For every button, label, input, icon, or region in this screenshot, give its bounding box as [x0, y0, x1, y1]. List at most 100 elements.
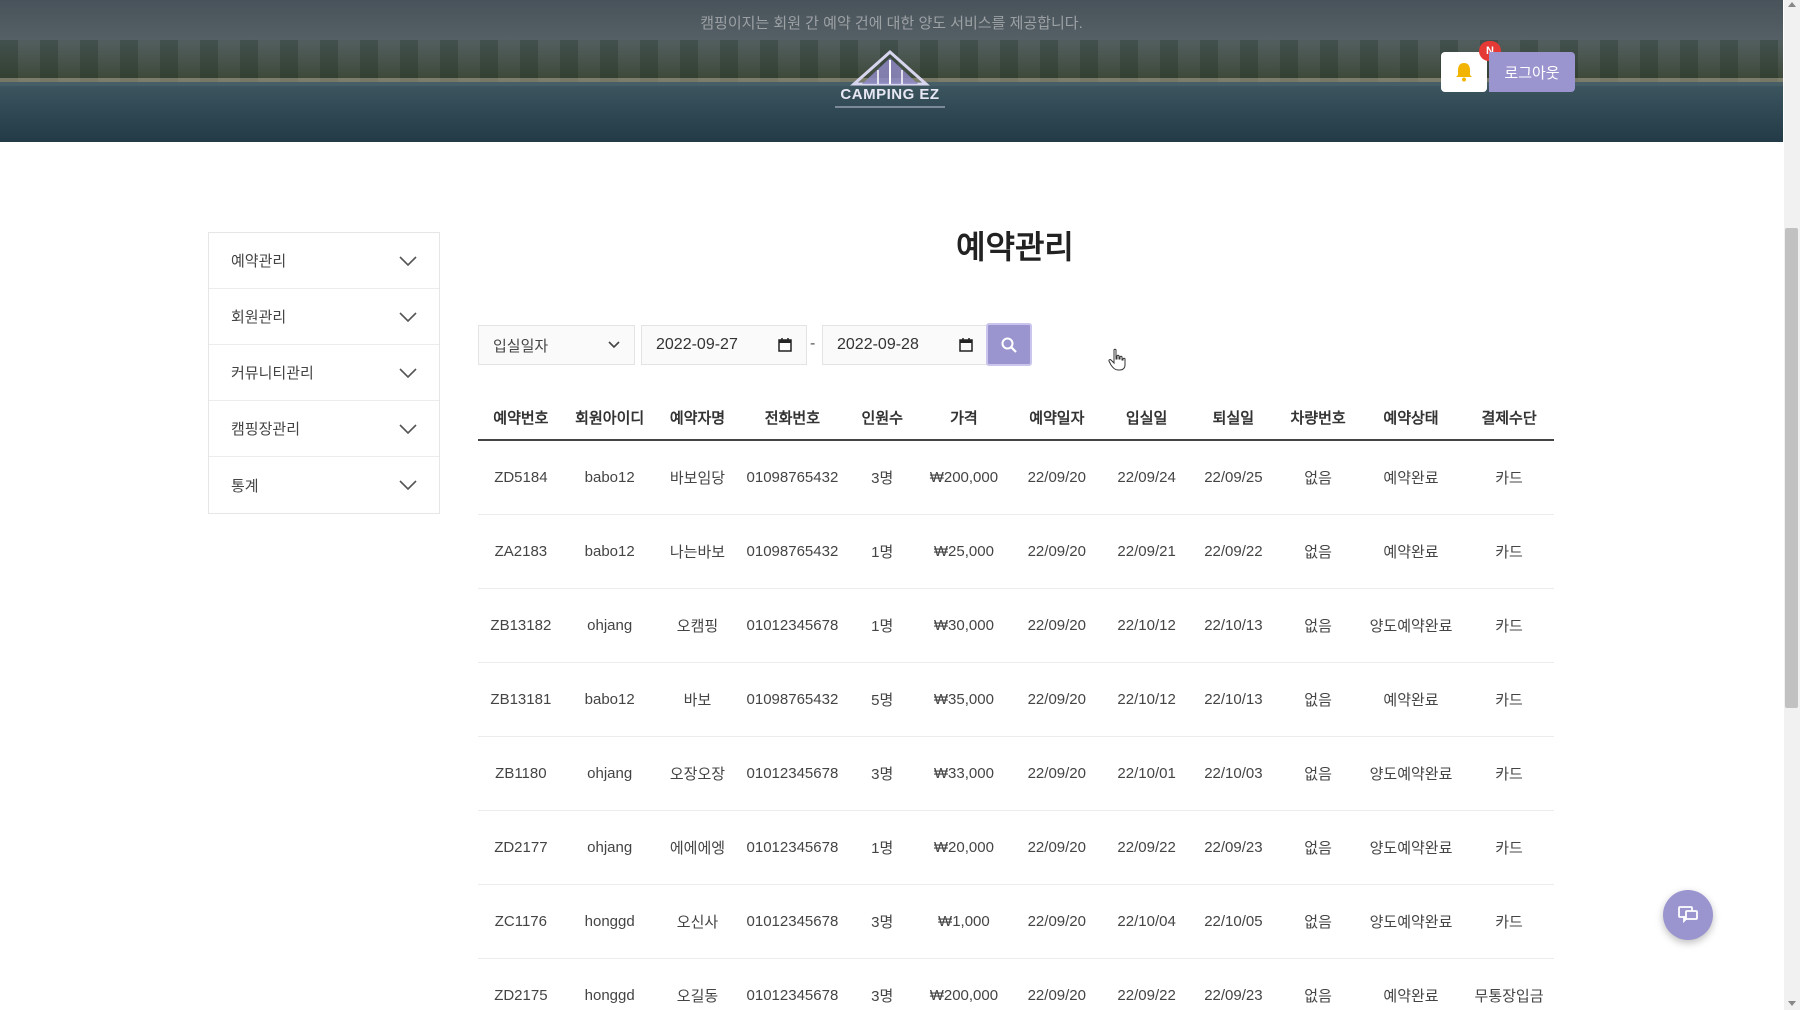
check-out-date: 22/10/13 — [1188, 662, 1279, 737]
sidebar-item-statistics[interactable]: 통계 — [209, 457, 439, 513]
check-in-date: 22/10/12 — [1104, 588, 1189, 663]
column-header: 예약일자 — [1008, 396, 1105, 441]
check-out-date: 22/09/23 — [1188, 810, 1279, 885]
payment-method: 카드 — [1464, 884, 1554, 959]
price: ₩25,000 — [918, 514, 1009, 589]
sidebar-item-campsites[interactable]: 캠핑장관리 — [209, 401, 439, 457]
phone-number: 01098765432 — [739, 514, 846, 589]
scrollbar-thumb[interactable] — [1785, 228, 1798, 708]
logout-button[interactable]: 로그아웃 — [1489, 52, 1575, 92]
sidebar-item-reservation[interactable]: 예약관리 — [209, 233, 439, 289]
check-in-date: 22/09/22 — [1104, 810, 1189, 885]
check-out-date: 22/10/03 — [1188, 736, 1279, 811]
reservation-date: 22/09/20 — [1008, 588, 1105, 663]
reservation-date: 22/09/20 — [1008, 736, 1105, 811]
member-id: babo12 — [563, 514, 656, 589]
column-header: 전화번호 — [739, 396, 846, 441]
column-header: 퇴실일 — [1188, 396, 1279, 441]
column-header: 인원수 — [845, 396, 919, 441]
headcount: 3명 — [845, 884, 919, 959]
reservation-status: 양도예약완료 — [1357, 588, 1465, 663]
sidebar-item-members[interactable]: 회원관리 — [209, 289, 439, 345]
price: ₩1,000 — [918, 884, 1009, 959]
headcount: 3명 — [845, 736, 919, 811]
check-out-date: 22/10/05 — [1188, 884, 1279, 959]
column-header: 회원아이디 — [563, 396, 656, 441]
calendar-icon[interactable] — [959, 338, 973, 352]
price: ₩35,000 — [918, 662, 1009, 737]
check-in-date: 22/10/12 — [1104, 662, 1189, 737]
reservations-table: 예약번호 회원아이디 예약자명 전화번호 인원수 가격 예약일자 입실일 퇴실일… — [478, 396, 1554, 1010]
hand-cursor-icon — [1108, 348, 1126, 371]
payment-method: 카드 — [1464, 440, 1554, 515]
sidebar-item-community[interactable]: 커뮤니티관리 — [209, 345, 439, 401]
reservation-id: ZA2183 — [478, 514, 564, 589]
price: ₩200,000 — [918, 440, 1009, 515]
scroll-up-icon[interactable] — [1788, 2, 1796, 7]
reservation-id: ZD5184 — [478, 440, 564, 515]
search-button[interactable] — [986, 323, 1032, 366]
price: ₩200,000 — [918, 958, 1009, 1010]
bell-icon — [1456, 63, 1472, 82]
reservation-date: 22/09/20 — [1008, 440, 1105, 515]
vehicle-number: 없음 — [1278, 440, 1358, 515]
admin-sidebar: 예약관리 회원관리 커뮤니티관리 캠핑장관리 통계 — [208, 232, 440, 514]
chat-icon — [1678, 906, 1698, 924]
check-out-date: 22/09/22 — [1188, 514, 1279, 589]
date-to-input[interactable]: 2022-09-28 — [822, 325, 988, 365]
price: ₩30,000 — [918, 588, 1009, 663]
headcount: 3명 — [845, 958, 919, 1010]
reserver-name: 나는바보 — [655, 514, 740, 589]
date-type-select-value: 입실일자 — [493, 337, 549, 355]
member-id: honggd — [563, 958, 656, 1010]
chat-button[interactable] — [1663, 890, 1713, 940]
table-row[interactable]: ZC1176 honggd 오신사 01012345678 3명 ₩1,000 … — [478, 884, 1554, 959]
sidebar-item-label: 커뮤니티관리 — [231, 365, 314, 382]
check-out-date: 22/10/13 — [1188, 588, 1279, 663]
vehicle-number: 없음 — [1278, 514, 1358, 589]
scroll-down-icon[interactable] — [1788, 1001, 1796, 1006]
logo-underline — [835, 106, 945, 108]
reserver-name: 바보임당 — [655, 440, 740, 515]
check-in-date: 22/10/01 — [1104, 736, 1189, 811]
vehicle-number: 없음 — [1278, 958, 1358, 1010]
headcount: 1명 — [845, 514, 919, 589]
table-row[interactable]: ZD2175 honggd 오길동 01012345678 3명 ₩200,00… — [478, 958, 1554, 1010]
reservation-date: 22/09/20 — [1008, 958, 1105, 1010]
reservation-status: 예약완료 — [1357, 662, 1465, 737]
table-row[interactable]: ZA2183 babo12 나는바보 01098765432 1명 ₩25,00… — [478, 514, 1554, 589]
vehicle-number: 없음 — [1278, 884, 1358, 959]
chevron-down-icon — [399, 480, 417, 490]
reserver-name: 오길동 — [655, 958, 740, 1010]
member-id: babo12 — [563, 440, 656, 515]
notification-button[interactable] — [1441, 52, 1487, 92]
reservation-id: ZD2177 — [478, 810, 564, 885]
column-header: 차량번호 — [1278, 396, 1358, 441]
reserver-name: 바보 — [655, 662, 740, 737]
table-row[interactable]: ZD2177 ohjang 에에에엥 01012345678 1명 ₩20,00… — [478, 810, 1554, 885]
table-row[interactable]: ZD5184 babo12 바보임당 01098765432 3명 ₩200,0… — [478, 440, 1554, 515]
date-from-value: 2022-09-27 — [656, 336, 738, 353]
check-out-date: 22/09/25 — [1188, 440, 1279, 515]
chevron-down-icon — [399, 423, 417, 434]
column-header: 가격 — [918, 396, 1009, 441]
table-row[interactable]: ZB1180 ohjang 오장오장 01012345678 3명 ₩33,00… — [478, 736, 1554, 811]
site-logo[interactable]: CAMPING EZ — [820, 50, 960, 120]
reservation-date: 22/09/20 — [1008, 810, 1105, 885]
table-row[interactable]: ZB13182 ohjang 오캠핑 01012345678 1명 ₩30,00… — [478, 588, 1554, 663]
reserver-name: 오신사 — [655, 884, 740, 959]
table-row[interactable]: ZB13181 babo12 바보 01098765432 5명 ₩35,000… — [478, 662, 1554, 737]
payment-method: 카드 — [1464, 588, 1554, 663]
date-type-select[interactable]: 입실일자 — [478, 325, 635, 365]
sidebar-item-label: 캠핑장관리 — [231, 421, 301, 438]
date-from-input[interactable]: 2022-09-27 — [641, 325, 807, 365]
member-id: babo12 — [563, 662, 656, 737]
column-header: 입실일 — [1104, 396, 1189, 441]
reserver-name: 에에에엥 — [655, 810, 740, 885]
reservation-status: 양도예약완료 — [1357, 810, 1465, 885]
reservation-status: 양도예약완료 — [1357, 884, 1465, 959]
check-in-date: 22/10/04 — [1104, 884, 1189, 959]
payment-method: 카드 — [1464, 662, 1554, 737]
phone-number: 01012345678 — [739, 958, 846, 1010]
calendar-icon[interactable] — [778, 338, 792, 352]
